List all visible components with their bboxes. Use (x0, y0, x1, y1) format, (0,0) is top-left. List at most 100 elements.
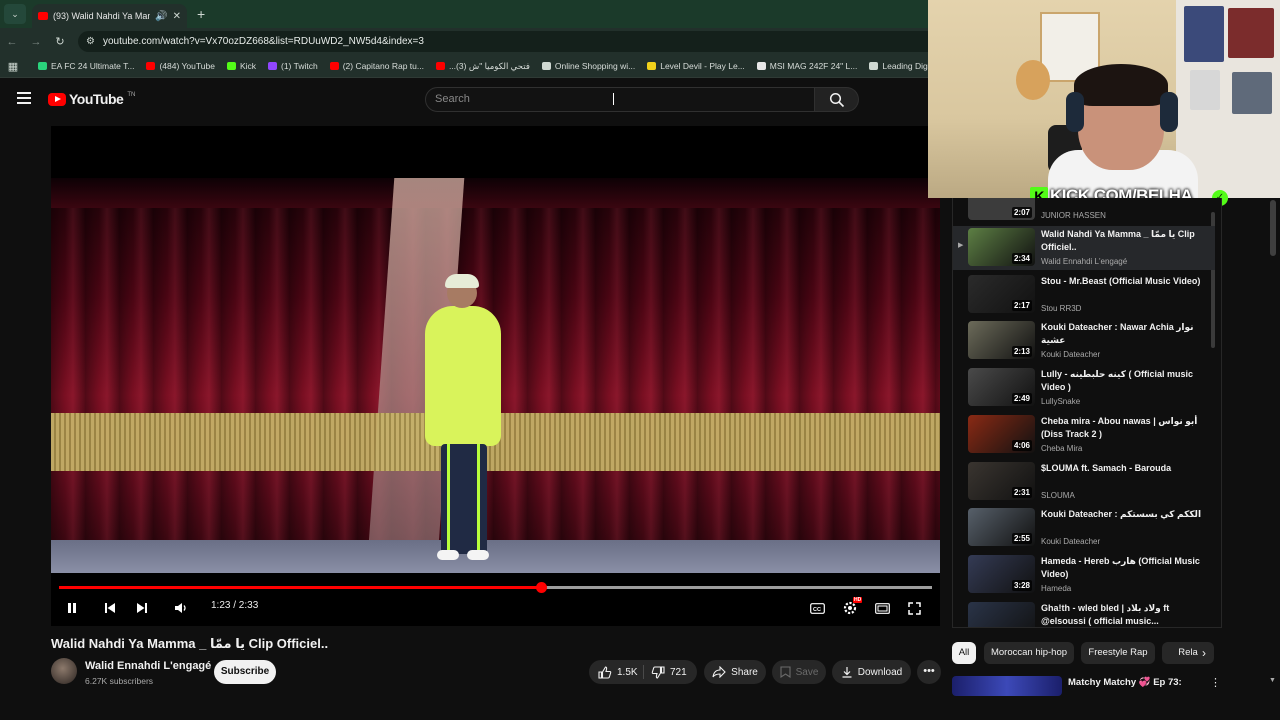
subscribe-button[interactable]: Subscribe (214, 660, 276, 684)
page-scrollbar[interactable] (1270, 200, 1276, 256)
playlist-item[interactable]: ▶ 2:34 Walid Nahdi Ya Mamma _ يا ممّا Clip… (953, 226, 1215, 270)
playlist-item-channel: Walid Ennahdi L'engagé (1041, 257, 1128, 266)
progress-bar[interactable] (59, 582, 932, 593)
bookmark-item[interactable]: Kick (226, 61, 256, 71)
recommendation-more-icon[interactable]: ⋮ (1210, 676, 1221, 689)
theater-mode-button[interactable] (871, 596, 893, 620)
bookmark-favicon-icon (647, 62, 657, 70)
playlist-thumbnail: 2:34 (968, 228, 1035, 266)
player-controls: 1:23 / 2:33 CC HD (51, 596, 940, 620)
playlist-thumbnail: 4:06 (968, 414, 1035, 453)
bookmark-label: Kick (239, 61, 256, 71)
search-input[interactable]: Search (425, 87, 815, 112)
performer-figure (411, 274, 521, 568)
more-actions-button[interactable]: ••• (917, 660, 941, 684)
save-button[interactable]: Save (772, 660, 826, 684)
bookmark-label: Online Shopping wi... (554, 61, 636, 71)
playlist-thumbnail: 2:55 (968, 508, 1035, 547)
close-tab-icon[interactable]: ✕ (173, 11, 181, 22)
bookmark-icon (780, 666, 791, 678)
time-display: 1:23 / 2:33 (211, 600, 259, 611)
playlist-item[interactable]: 2:49 Lully - كينه حلبطينه ( Official musi… (953, 366, 1215, 410)
scrubber-handle[interactable] (535, 582, 547, 593)
video-frame (51, 178, 940, 573)
svg-text:CC: CC (813, 607, 821, 613)
playlist-item[interactable]: 4:06 Cheba mira - Abou nawas | أبو نواس (… (953, 413, 1215, 457)
bookmark-favicon-icon (435, 62, 445, 70)
bookmark-item[interactable]: Level Devil - Play Le... (647, 61, 745, 71)
dislike-button[interactable]: 721 (651, 660, 687, 684)
captions-button[interactable]: CC (807, 596, 827, 620)
share-icon (712, 666, 726, 678)
bookmark-favicon-icon (146, 62, 156, 70)
forward-button[interactable]: → (24, 36, 48, 48)
video-player[interactable]: 1:23 / 2:33 CC HD (51, 126, 940, 626)
playlist-item[interactable]: 2:13 Kouki Dateacher : Nawar Achia نوار ع… (953, 319, 1215, 363)
recommendation-thumbnail[interactable] (952, 676, 1062, 696)
download-button[interactable]: Download (832, 660, 911, 684)
scroll-down-icon[interactable]: ▼ (1269, 677, 1276, 684)
duration-badge: 3:28 (1011, 579, 1032, 591)
back-button[interactable]: ← (0, 36, 24, 48)
new-tab-button[interactable]: + (197, 6, 205, 22)
previous-button[interactable] (101, 596, 119, 620)
duration-badge: 2:49 (1011, 393, 1032, 405)
chip-0[interactable]: All (952, 642, 976, 664)
next-button[interactable] (133, 596, 151, 620)
pause-button[interactable] (63, 596, 81, 620)
duration-badge: 2:31 (1011, 486, 1032, 498)
share-button[interactable]: Share (704, 660, 766, 684)
fullscreen-button[interactable] (903, 596, 925, 620)
speaker-icon[interactable]: 🔊 (155, 11, 167, 22)
playlist-item[interactable]: 2:55 Kouki Dateacher : الككم كي بسستكم Kou… (953, 506, 1215, 550)
now-playing-icon: ▶ (958, 242, 964, 249)
playlist-item-title: Gha!th - wled bled | ولاد بلاد ft @elsou… (1041, 602, 1170, 626)
playlist-item-channel: Hameda (1041, 583, 1072, 593)
reload-button[interactable]: ↻ (48, 35, 72, 48)
logo-text: YouTube (69, 91, 124, 107)
bookmark-label: (1) Twitch (281, 61, 318, 71)
video-title: Walid Nahdi Ya Mamma _ يا ممّا Clip Offi… (51, 636, 329, 651)
bookmark-favicon-icon (38, 62, 47, 70)
playlist-item[interactable]: 3:24 Gha!th - wled bled | ولاد بلاد ft @e… (953, 600, 1215, 627)
youtube-logo[interactable]: YouTube TN (48, 91, 135, 107)
playlist-item-partial[interactable]: 2:07 JUNIOR HASSEN (953, 198, 1215, 224)
channel-name[interactable]: Walid Ennahdi L'engagé (85, 660, 211, 672)
playlist-item[interactable]: 3:28 Hameda - Hereb هارب (Official Music … (953, 553, 1215, 597)
recommendation-title[interactable]: Matchy Matchy 💞 Ep 73: (1068, 677, 1182, 688)
webcam-overlay (928, 0, 1280, 198)
playlist-thumbnail: 2:07 (968, 198, 1035, 220)
volume-button[interactable] (171, 596, 191, 620)
playlist-thumbnail: 3:24 (968, 601, 1035, 627)
playlist-item-title: Kouki Dateacher : Nawar Achia نوار عشية (1041, 322, 1194, 346)
site-info-icon[interactable]: ⚙ (86, 36, 95, 47)
bookmark-favicon-icon (756, 62, 766, 70)
fullscreen-icon (907, 601, 921, 615)
bookmark-item[interactable]: (484) YouTube (146, 61, 215, 71)
playlist-item[interactable]: 2:17 Stou - Mr.Beast (Official Music Vide… (953, 273, 1215, 317)
chip-1[interactable]: Moroccan hip-hop (984, 642, 1074, 664)
download-label: Download (857, 666, 903, 678)
settings-button[interactable]: HD (839, 596, 863, 620)
bookmark-item[interactable]: ...فتحي الكوميا "ش (3) (435, 61, 530, 72)
save-label: Save (795, 666, 819, 678)
playlist-item[interactable]: 2:31 $LOUMA ft. Samach - Barouda SLOUMA (953, 460, 1215, 504)
bookmark-item[interactable]: (1) Twitch (268, 61, 318, 71)
apps-grid-icon[interactable]: ▦ (0, 60, 26, 73)
bookmark-item[interactable]: Online Shopping wi... (541, 61, 636, 71)
channel-avatar[interactable] (51, 658, 77, 684)
like-button[interactable]: 1.5K (598, 660, 638, 684)
menu-icon[interactable] (17, 92, 31, 104)
bookmark-item[interactable]: (2) Capitano Rap tu... (329, 61, 424, 71)
chip-2[interactable]: Freestyle Rap (1081, 642, 1155, 664)
youtube-play-icon (48, 92, 66, 106)
browser-tab[interactable]: (93) Walid Nahdi Ya Mamm 🔊 ✕ (32, 4, 187, 28)
tab-search-button[interactable]: ⌄ (4, 4, 26, 24)
bookmark-item[interactable]: EA FC 24 Ultimate T... (38, 61, 134, 71)
duration-badge: 2:34 (1011, 253, 1032, 264)
bookmark-label: MSI MAG 242F 24" L... (769, 61, 858, 71)
bookmark-item[interactable]: MSI MAG 242F 24" L... (756, 61, 858, 71)
playlist-item-title: Stou - Mr.Beast (Official Music Video) (1041, 275, 1201, 286)
chevron-right-icon[interactable]: › (1196, 642, 1212, 664)
search-button[interactable] (815, 87, 859, 112)
